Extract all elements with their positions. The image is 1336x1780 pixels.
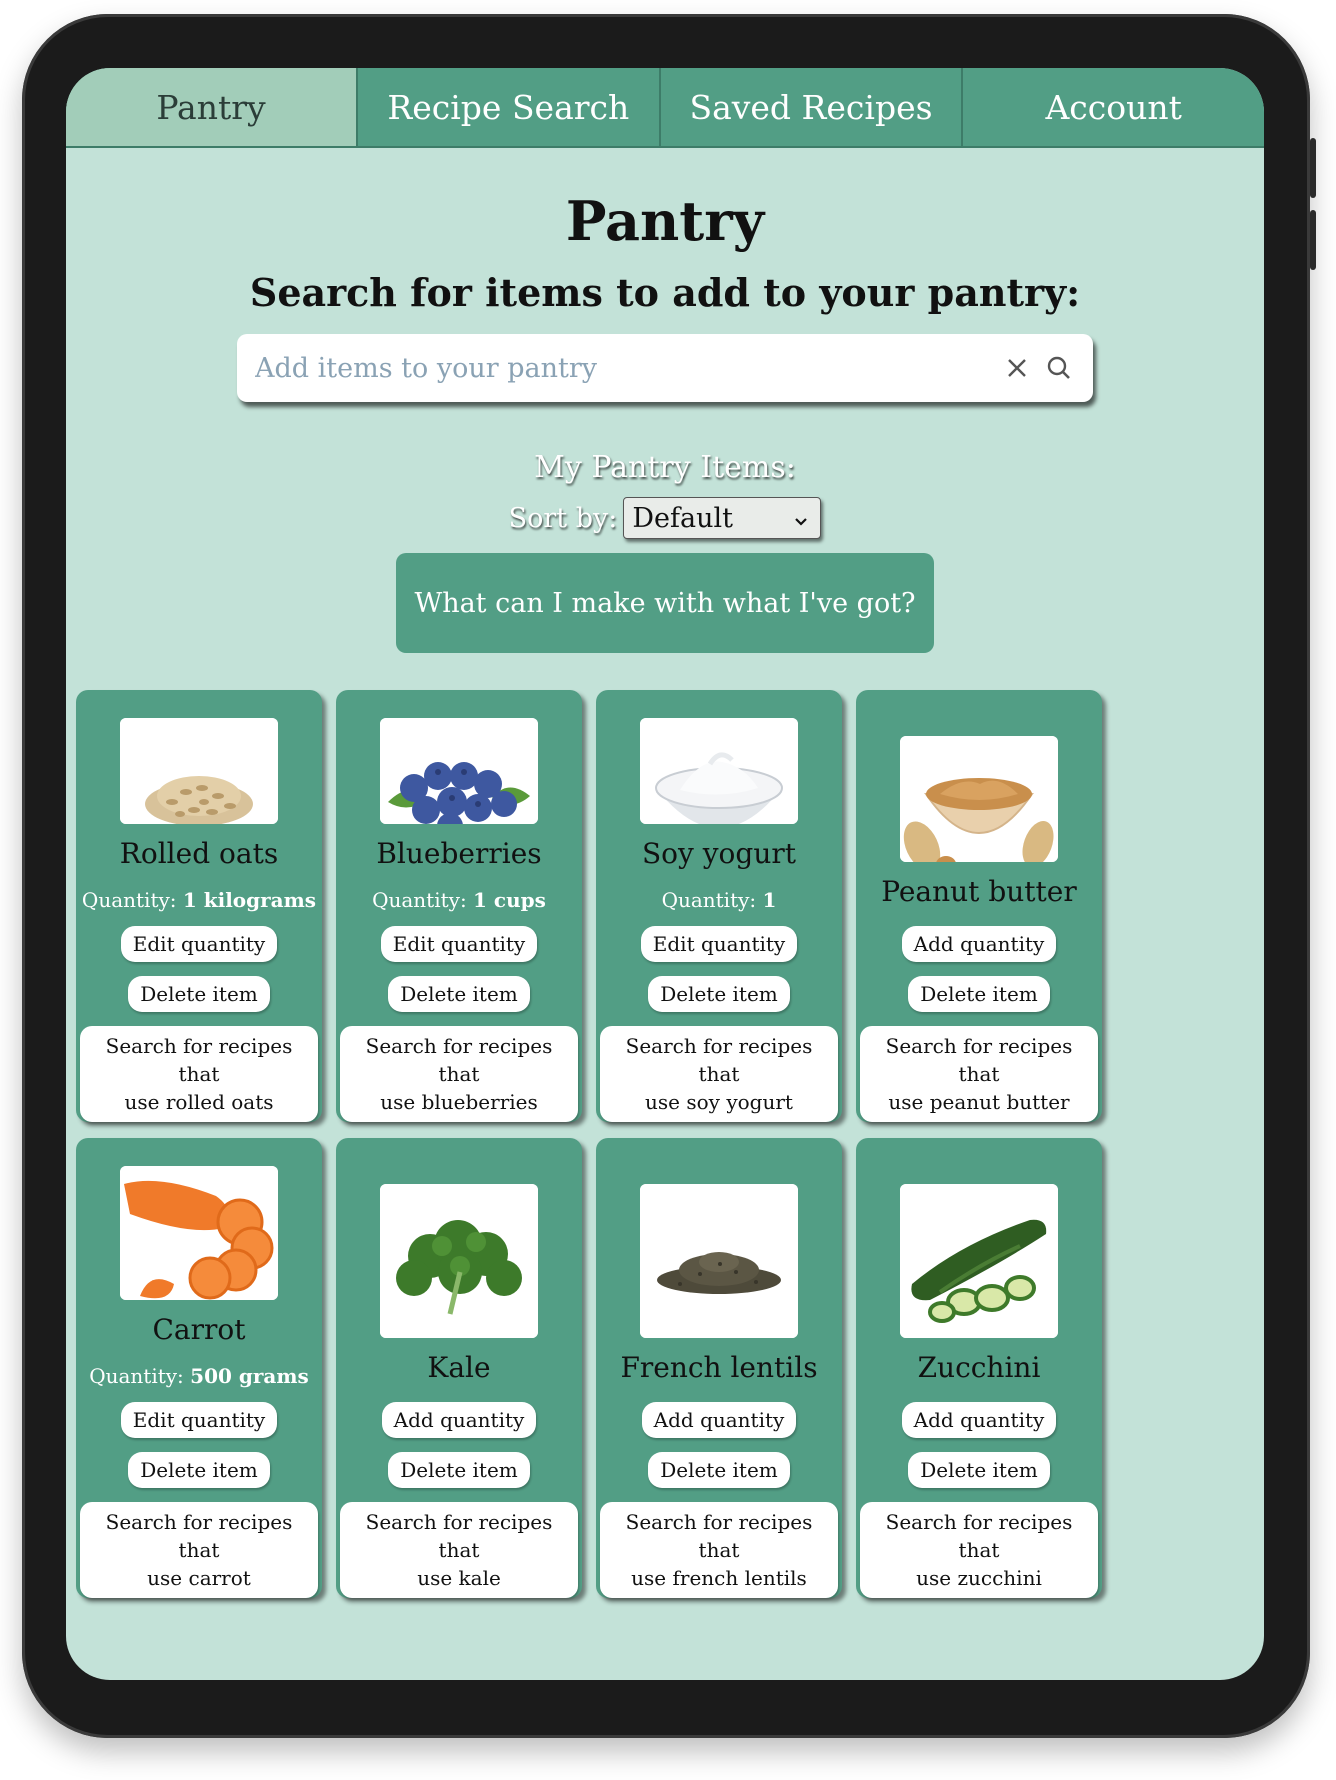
search-recipes-button[interactable]: Search for recipes that use french lentil… [600,1502,838,1598]
edit-quantity-button[interactable]: Edit quantity [120,1402,278,1438]
add-quantity-button[interactable]: Add quantity [901,926,1057,962]
quantity-value: 1 [762,888,777,912]
item-quantity: Quantity: 500 grams [89,1364,309,1388]
volume-button [1310,138,1316,198]
search-recipes-line: use peanut butter [888,1090,1070,1114]
search-recipes-line: use french lentils [631,1566,807,1590]
page-title: Pantry [565,189,765,253]
add-quantity-button[interactable]: Add quantity [901,1402,1057,1438]
quantity-label: Quantity: [81,888,177,912]
screen: Pantry Recipe Search Saved Recipes Accou… [66,68,1264,1680]
peanut-butter-image [900,736,1058,862]
search-recipes-line: Search for recipes that [885,1034,1073,1086]
search-recipes-button[interactable]: Search for recipes that use kale [340,1502,578,1598]
item-name: Soy yogurt [641,837,797,870]
search-icon[interactable] [1041,350,1077,386]
search-recipes-line: Search for recipes that [885,1510,1073,1562]
item-quantity: Quantity: 1 cups [372,888,546,912]
quantity-value: 1 kilograms [182,888,317,912]
delete-item-button[interactable]: Delete item [128,1452,270,1488]
delete-item-button[interactable]: Delete item [908,1452,1050,1488]
pantry-search-bar [237,334,1093,402]
carrot-image [120,1166,278,1300]
search-recipes-button[interactable]: Search for recipes that use soy yogurt [600,1026,838,1122]
search-recipes-line: use kale [417,1566,501,1590]
french-lentils-image [640,1184,798,1338]
clear-icon[interactable] [999,350,1035,386]
tab-pantry[interactable]: Pantry [66,68,358,146]
delete-item-button[interactable]: Delete item [648,1452,790,1488]
search-recipes-line: use rolled oats [124,1090,274,1114]
sort-select[interactable]: Default [623,497,822,539]
search-recipes-button[interactable]: Search for recipes that use rolled oats [80,1026,318,1122]
search-recipes-line: Search for recipes that [625,1510,813,1562]
sort-label: Sort by: [508,502,618,534]
quantity-value: 1 cups [473,888,546,912]
edit-quantity-button[interactable]: Edit quantity [380,926,538,962]
search-recipes-line: use soy yogurt [645,1090,793,1114]
search-recipes-line: use blueberries [380,1090,538,1114]
soy-yogurt-image [640,718,798,824]
search-recipes-button[interactable]: Search for recipes that use peanut butter [860,1026,1098,1122]
add-quantity-button[interactable]: Add quantity [641,1402,797,1438]
edit-quantity-button[interactable]: Edit quantity [120,926,278,962]
zucchini-image [900,1184,1058,1338]
search-recipes-button[interactable]: Search for recipes that use carrot [80,1502,318,1598]
pantry-card: Carrot Quantity: 500 grams Edit quantity… [76,1138,322,1598]
delete-item-button[interactable]: Delete item [648,976,790,1012]
pantry-card: Kale Add quantity Delete item Search for… [336,1138,582,1598]
search-recipes-button[interactable]: Search for recipes that use blueberries [340,1026,578,1122]
pantry-search-input[interactable] [253,351,993,385]
find-recipes-button[interactable]: What can I make with what I've got? [396,553,934,653]
item-name: Rolled oats [119,837,279,870]
pantry-card: Soy yogurt Quantity: 1 Edit quantity Del… [596,690,842,1122]
search-recipes-line: Search for recipes that [625,1034,813,1086]
item-name: Zucchini [917,1351,1041,1384]
delete-item-button[interactable]: Delete item [388,1452,530,1488]
add-quantity-button[interactable]: Add quantity [381,1402,537,1438]
pantry-card: Rolled oats Quantity: 1 kilograms Edit q… [76,690,322,1122]
search-recipes-line: use zucchini [916,1566,1042,1590]
quantity-label: Quantity: [372,888,467,912]
quantity-label: Quantity: [89,1364,184,1388]
item-name: Peanut butter [881,875,1077,908]
page-subtitle: Search for items to add to your pantry: [249,270,1081,315]
search-recipes-line: Search for recipes that [365,1034,553,1086]
quantity-label: Quantity: [661,888,757,912]
pantry-card: Zucchini Add quantity Delete item Search… [856,1138,1102,1598]
sort-selected-value: Default [632,502,733,534]
item-name: Blueberries [376,837,542,870]
chevron-down-icon [794,503,808,534]
item-name: Carrot [152,1313,246,1346]
search-recipes-line: use carrot [147,1566,251,1590]
pantry-card: Peanut butter Add quantity Delete item S… [856,690,1102,1122]
delete-item-button[interactable]: Delete item [388,976,530,1012]
pantry-items-heading: My Pantry Items: [534,450,796,485]
quantity-value: 500 grams [190,1364,309,1388]
kale-image [380,1184,538,1338]
edit-quantity-button[interactable]: Edit quantity [640,926,798,962]
search-recipes-button[interactable]: Search for recipes that use zucchini [860,1502,1098,1598]
item-name: Kale [427,1351,491,1384]
item-quantity: Quantity: 1 [662,888,777,912]
blueberries-image [380,718,538,824]
search-recipes-line: Search for recipes that [105,1510,293,1562]
search-recipes-line: Search for recipes that [365,1510,553,1562]
pantry-card: Blueberries Quantity: 1 cups Edit quanti… [336,690,582,1122]
delete-item-button[interactable]: Delete item [128,976,270,1012]
item-quantity: Quantity: 1 kilograms [82,888,316,912]
search-recipes-line: Search for recipes that [105,1034,293,1086]
item-name: French lentils [620,1351,818,1384]
top-nav: Pantry Recipe Search Saved Recipes Accou… [66,68,1264,148]
pantry-card: French lentils Add quantity Delete item … [596,1138,842,1598]
sort-row: Sort by: Default [66,497,1264,539]
rolled-oats-image [120,718,278,824]
tab-account[interactable]: Account [963,68,1264,146]
volume-button [1310,210,1316,270]
delete-item-button[interactable]: Delete item [908,976,1050,1012]
tab-recipe-search[interactable]: Recipe Search [358,68,661,146]
tab-saved-recipes[interactable]: Saved Recipes [661,68,964,146]
